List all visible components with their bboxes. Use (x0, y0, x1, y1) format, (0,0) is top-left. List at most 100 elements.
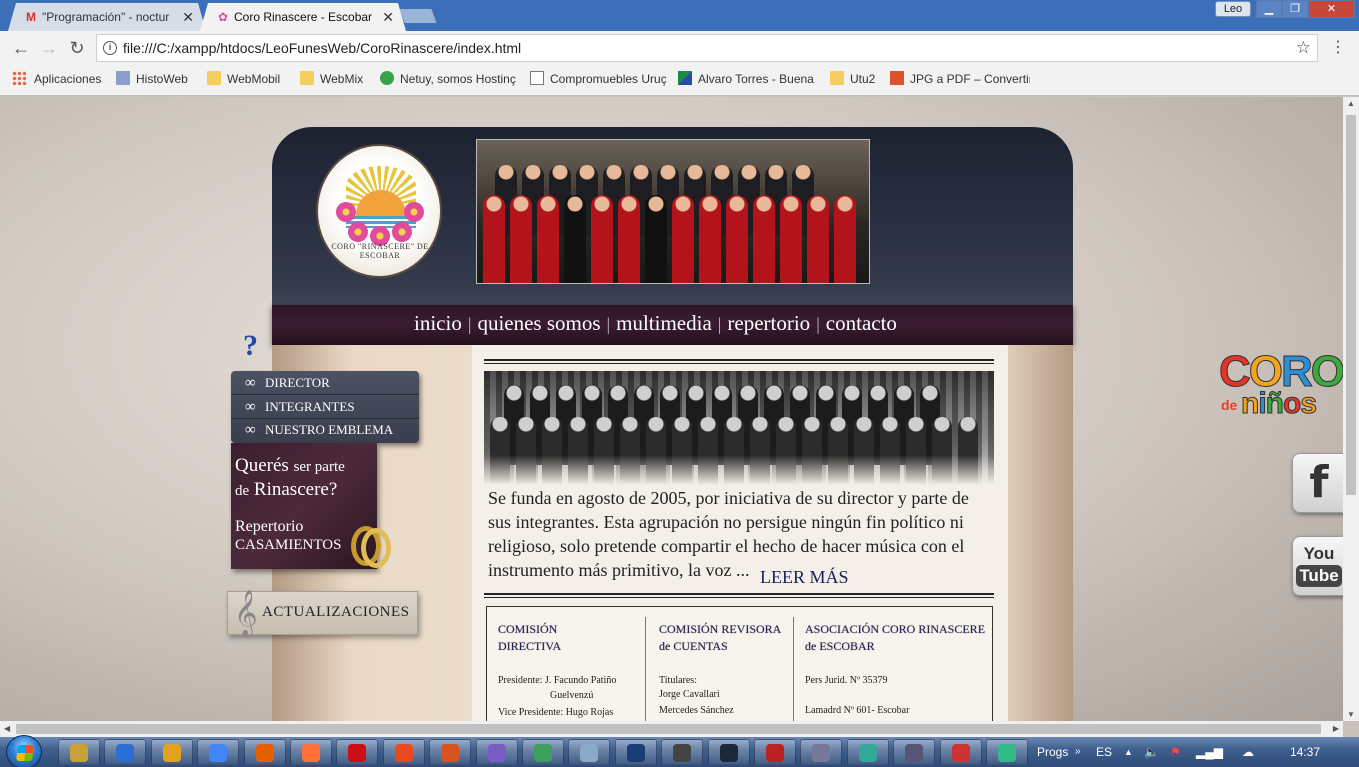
media-player-icon (162, 744, 181, 762)
taskbar-app-app[interactable] (661, 739, 704, 765)
taskbar-app-app[interactable] (475, 739, 518, 765)
bookmark-compromuebles[interactable]: Compromuebles Uruç (530, 64, 666, 94)
divider (484, 593, 994, 598)
choir-member-figure (672, 195, 694, 283)
info-line: Titulares: (659, 675, 697, 686)
taskbar-app-app[interactable] (568, 739, 611, 765)
bookmark-jpg-a-pdf[interactable]: JPG a PDF – Convertir (890, 64, 1030, 94)
tab-coro-rinascere[interactable]: ✿ Coro Rinascere - Escobar ✕ (200, 3, 406, 31)
tab-title: "Programación" - noctur (42, 10, 170, 24)
bookmark-alvaro-torres[interactable]: Alvaro Torres - Buena (678, 64, 814, 94)
nav-contacto[interactable]: contacto (826, 311, 897, 335)
tab-gmail[interactable]: M "Programación" - noctur ✕ (8, 3, 206, 31)
read-more-link[interactable]: LEER MÁS (760, 567, 849, 588)
taskbar-app-app[interactable] (846, 739, 889, 765)
kids-logo-ninos: niños (1240, 387, 1317, 421)
side-menu-director[interactable]: ∞ DIRECTOR (231, 371, 419, 395)
bookmark-histoweb[interactable]: HistoWeb (116, 64, 188, 94)
bookmark-label: Aplicaciones (34, 72, 102, 86)
info-icon[interactable]: i (103, 41, 117, 55)
side-menu-integrantes[interactable]: ∞ INTEGRANTES (231, 395, 419, 419)
nav-multimedia[interactable]: multimedia (616, 311, 712, 335)
kids-logo-letter: ñ (1265, 387, 1284, 421)
horizontal-scrollbar[interactable]: ◀ ▶ (0, 721, 1343, 737)
info-line: Vice Presidente: Hugo Rojas (498, 707, 614, 718)
new-tab-button[interactable] (399, 9, 437, 23)
maximize-button[interactable]: ❐ (1282, 0, 1308, 18)
side-menu-label: INTEGRANTES (265, 399, 355, 414)
start-button[interactable] (6, 735, 42, 767)
info-line: Mercedes Sánchez (659, 705, 734, 716)
taskbar-app-firefox[interactable] (290, 739, 332, 765)
taskbar-app-app[interactable] (522, 739, 564, 765)
nav-inicio[interactable]: inicio (414, 311, 462, 335)
taskbar-app-chrome[interactable] (197, 739, 240, 765)
actualizaciones-button[interactable]: 𝄞 ACTUALIZACIONES (227, 590, 418, 636)
kids-logo-letter: o (1282, 387, 1301, 421)
actualizaciones-label: ACTUALIZACIONES (262, 604, 410, 620)
scroll-up-icon[interactable]: ▲ (1343, 99, 1359, 108)
taskbar-app-filezilla[interactable] (754, 739, 796, 765)
reload-icon[interactable]: ↻ (66, 37, 88, 59)
nav-quienes-somos[interactable]: quienes somos (477, 311, 600, 335)
scroll-left-icon[interactable]: ◀ (4, 721, 10, 737)
choir-logo[interactable]: CORO "RINASCERE" DE ESCOBAR (316, 144, 442, 278)
scroll-thumb[interactable] (1346, 115, 1356, 495)
bookmark-apps[interactable]: Aplicaciones (12, 64, 101, 94)
nav-separator: | (816, 314, 820, 334)
coro-de-ninos-logo[interactable]: CORO de niños (1217, 347, 1343, 427)
taskbar-app-steam[interactable] (707, 739, 750, 765)
tray-expand-icon[interactable]: ▲ (1124, 737, 1133, 767)
nav-repertorio[interactable]: repertorio (727, 311, 810, 335)
divider (484, 359, 994, 364)
taskbar-app-ie[interactable] (104, 739, 147, 765)
bookmark-webmix[interactable]: WebMix (300, 64, 363, 94)
youtube-button[interactable]: You Tube (1292, 536, 1343, 596)
bookmark-webmobil[interactable]: WebMobil (207, 64, 280, 94)
back-icon[interactable]: ← (10, 37, 32, 59)
flag-icon[interactable]: ⚑ (1170, 737, 1181, 767)
scroll-down-icon[interactable]: ▼ (1343, 710, 1359, 719)
taskbar-app-ftp[interactable] (382, 739, 425, 765)
url-text[interactable]: file:///C:/xampp/htdocs/LeoFunesWeb/Coro… (123, 35, 521, 61)
taskbar-app-opera[interactable] (336, 739, 379, 765)
close-tab-icon[interactable]: ✕ (382, 3, 394, 31)
taskbar-app-photoshop[interactable] (614, 739, 657, 765)
side-menu-nuestro-emblema[interactable]: ∞ NUESTRO EMBLEMA (231, 418, 419, 442)
language-indicator[interactable]: ES (1096, 737, 1112, 767)
scroll-thumb[interactable] (16, 724, 1321, 734)
taskbar-app-app[interactable] (800, 739, 843, 765)
bookmark-netuy[interactable]: Netuy, somos Hostinç (380, 64, 516, 94)
cloud-icon[interactable]: ☁ (1242, 737, 1254, 767)
choir-color-photo (476, 139, 870, 284)
scroll-right-icon[interactable]: ▶ (1333, 721, 1339, 737)
choir-member-figure (618, 195, 640, 283)
taskbar-app-media-player[interactable] (150, 739, 193, 765)
taskbar-app-app[interactable] (939, 739, 982, 765)
taskbar-app-firefox-dev[interactable] (243, 739, 286, 765)
info-line: Presidente: J. Facundo Patiño (498, 675, 617, 686)
vertical-scrollbar[interactable]: ▲ ▼ (1343, 97, 1359, 721)
bookmark-star-icon[interactable]: ☆ (1296, 35, 1311, 61)
tray-progs[interactable]: Progs (1037, 737, 1068, 767)
promo-text: Rinascere? (253, 479, 338, 500)
taskbar-app-app[interactable] (986, 739, 1028, 765)
close-tab-icon[interactable]: ✕ (182, 3, 194, 31)
ftp-icon (394, 744, 413, 762)
menu-icon[interactable]: ⋮ (1330, 37, 1346, 57)
forward-icon[interactable]: → (38, 37, 60, 59)
taskbar-app-app[interactable] (429, 739, 472, 765)
profile-badge[interactable]: Leo (1215, 1, 1251, 17)
taskbar-app-explorer[interactable] (58, 739, 100, 765)
address-bar[interactable]: i file:///C:/xampp/htdocs/LeoFunesWeb/Co… (96, 34, 1318, 62)
taskbar-app-app[interactable] (893, 739, 936, 765)
chevron-icon[interactable]: » (1075, 737, 1081, 767)
close-window-button[interactable]: ✕ (1308, 0, 1355, 18)
bookmark-utu2[interactable]: Utu2 (830, 64, 875, 94)
clock[interactable]: 14:37 (1290, 737, 1320, 767)
help-question-mark[interactable]: ? (243, 329, 258, 363)
facebook-button[interactable]: f (1292, 453, 1343, 513)
minimize-button[interactable]: ▁ (1256, 0, 1282, 18)
network-icon[interactable]: ▂▄▆ (1196, 737, 1223, 767)
volume-icon[interactable]: 🔈 (1144, 737, 1159, 767)
